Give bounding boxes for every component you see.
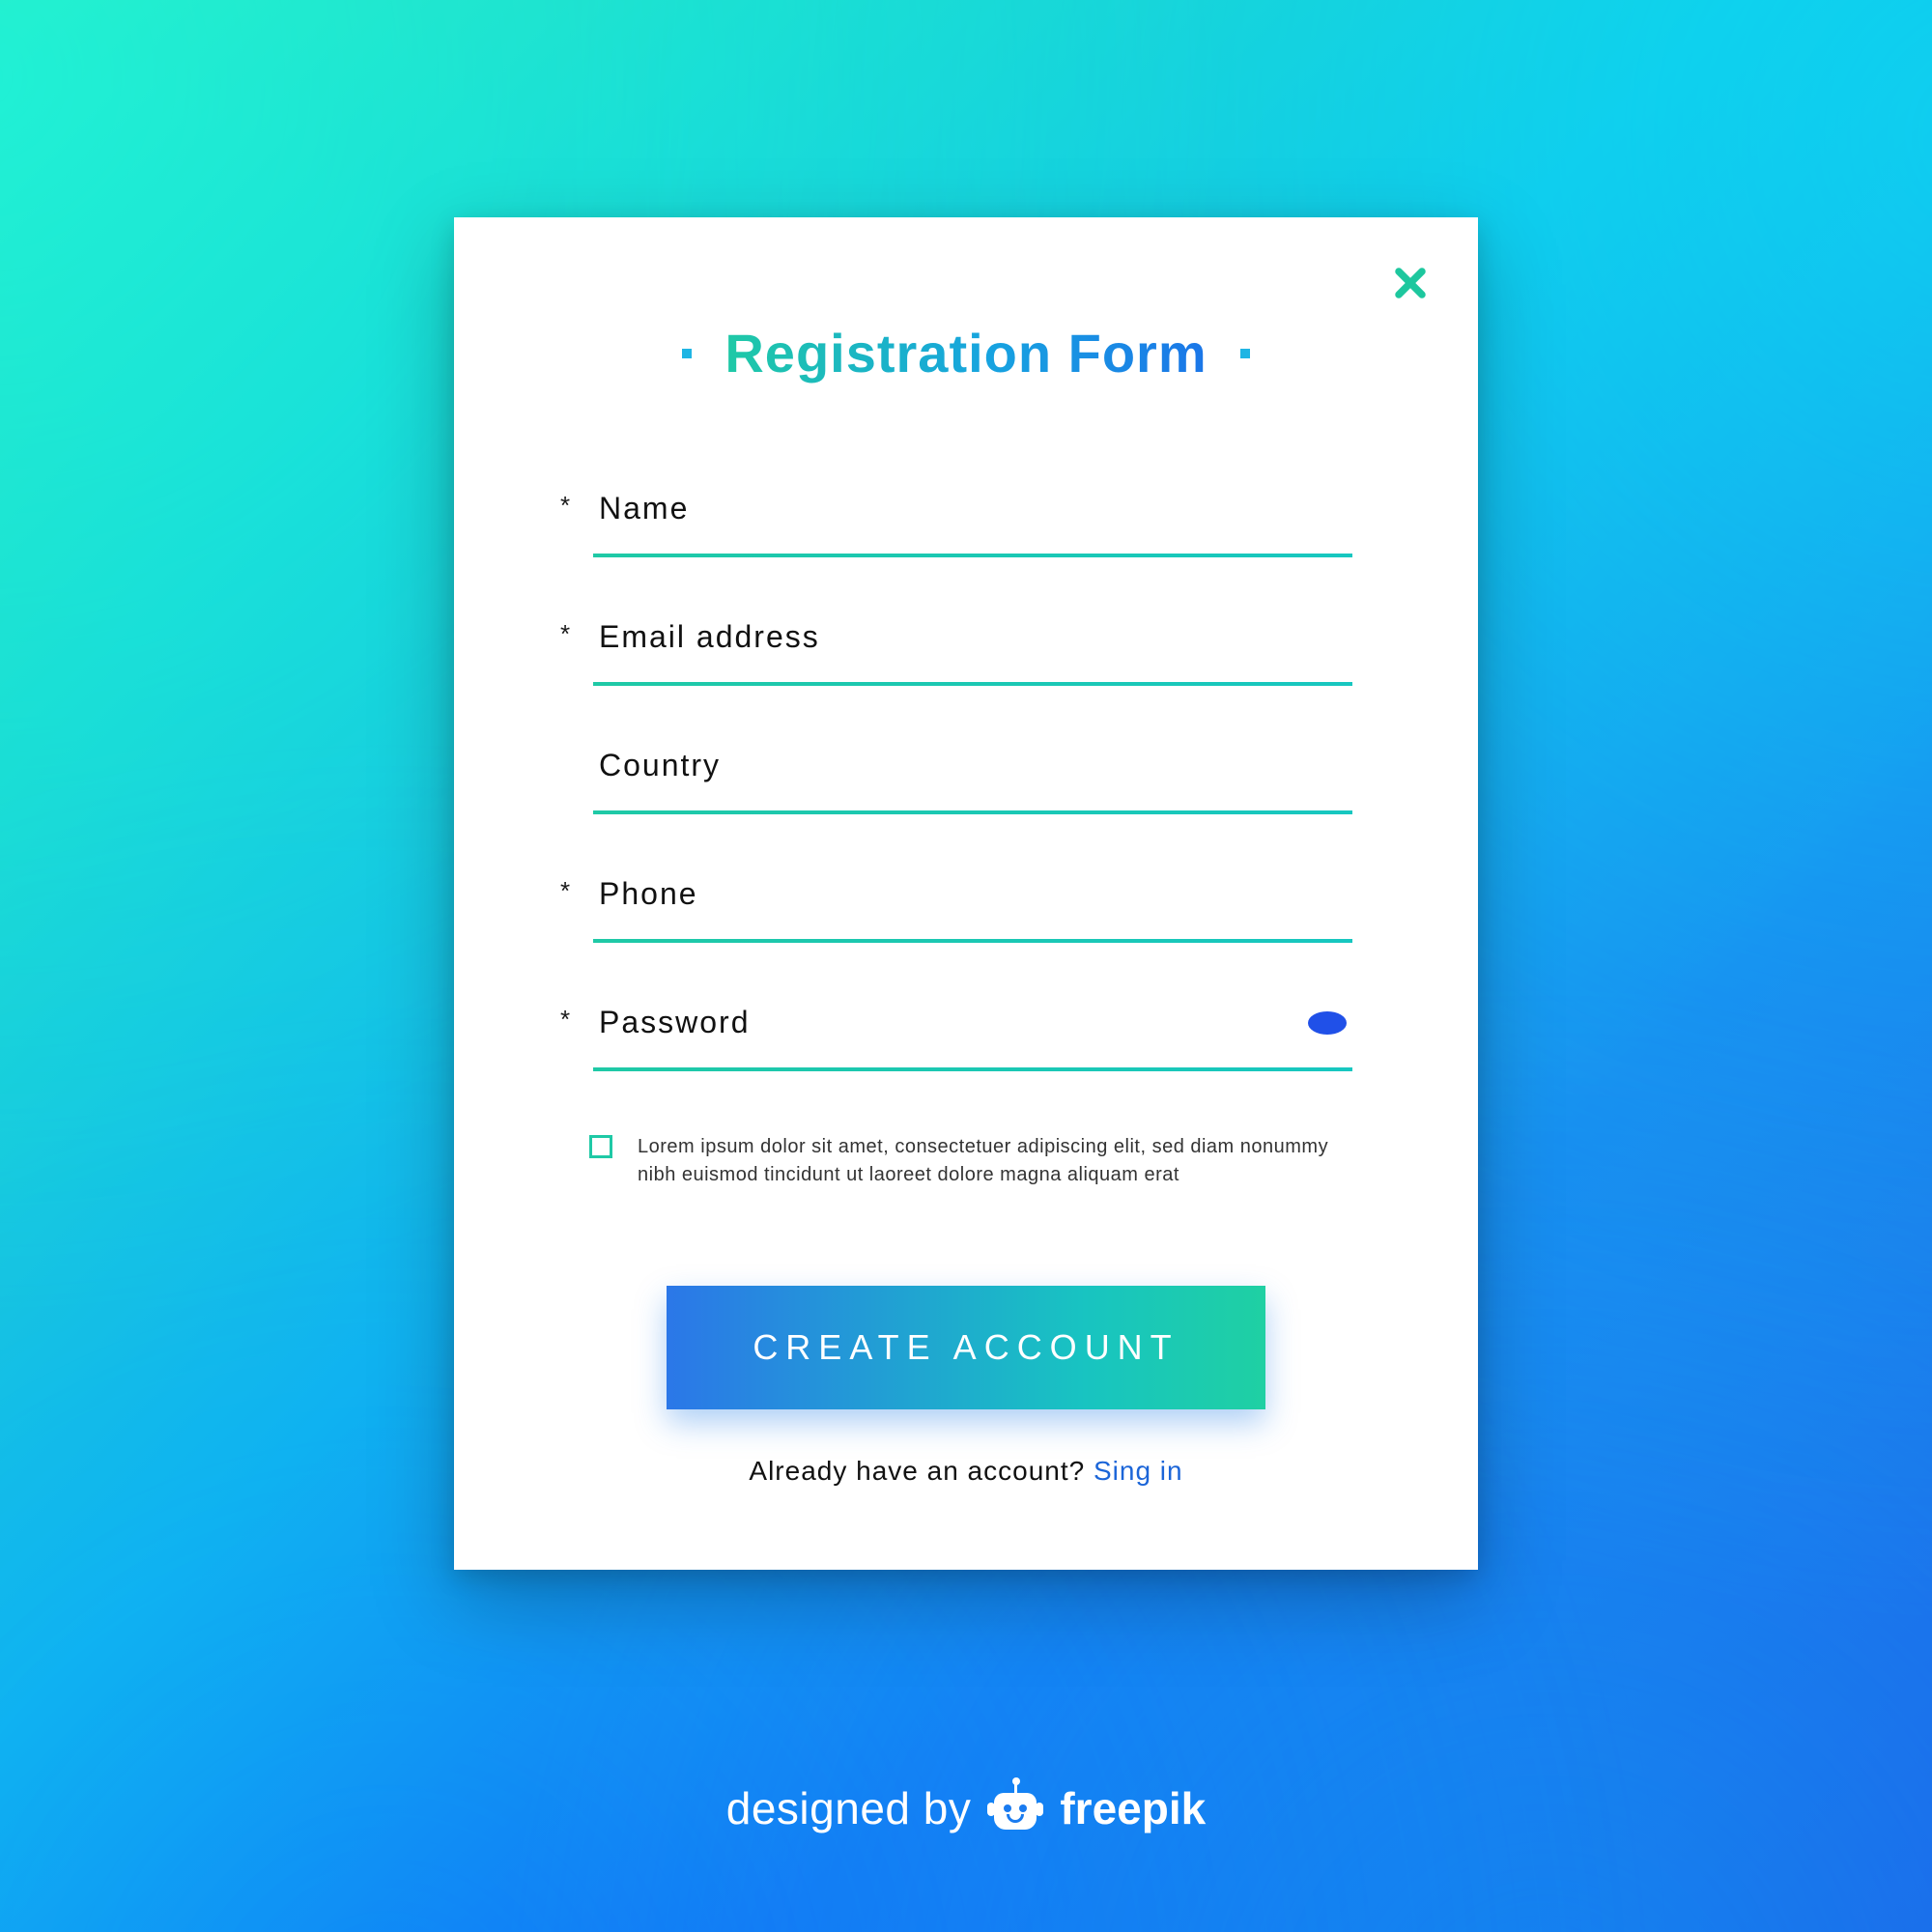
attribution-prefix: designed by (726, 1782, 972, 1834)
field-row-phone: * Phone (560, 876, 1352, 943)
required-marker (560, 748, 572, 750)
fields-container: * Name * Email address Country * Phone * (541, 491, 1391, 1071)
freepik-logo-icon (988, 1781, 1042, 1835)
signin-link[interactable]: Sing in (1094, 1456, 1183, 1486)
registration-card: Registration Form * Name * Email address… (454, 217, 1478, 1570)
required-marker: * (560, 491, 572, 518)
required-marker: * (560, 619, 572, 646)
close-icon (1393, 266, 1428, 305)
name-label: Name (599, 491, 689, 526)
terms-row: Lorem ipsum dolor sit amet, consectetuer… (541, 1133, 1391, 1189)
password-field[interactable]: Password (593, 1005, 1352, 1071)
attribution-brand: freepik (1060, 1782, 1206, 1834)
signin-prompt: Already have an account? (749, 1456, 1094, 1486)
phone-field[interactable]: Phone (593, 876, 1352, 943)
email-label: Email address (599, 619, 820, 655)
title-decor-right (1240, 349, 1250, 358)
required-marker: * (560, 876, 572, 903)
country-label: Country (599, 748, 721, 783)
create-account-button[interactable]: CREATE ACCOUNT (667, 1286, 1265, 1409)
field-row-email: * Email address (560, 619, 1352, 686)
field-row-password: * Password (560, 1005, 1352, 1071)
close-button[interactable] (1389, 264, 1432, 306)
terms-text: Lorem ipsum dolor sit amet, consectetuer… (638, 1133, 1333, 1189)
phone-label: Phone (599, 876, 698, 912)
name-field[interactable]: Name (593, 491, 1352, 557)
password-label: Password (599, 1005, 751, 1040)
attribution: designed by freepik (0, 1781, 1932, 1835)
email-field[interactable]: Email address (593, 619, 1352, 686)
terms-checkbox[interactable] (589, 1135, 612, 1158)
field-row-name: * Name (560, 491, 1352, 557)
title-decor-left (682, 349, 692, 358)
field-row-country: Country (560, 748, 1352, 814)
country-field[interactable]: Country (593, 748, 1352, 814)
form-title-row: Registration Form (541, 322, 1391, 384)
form-title: Registration Form (724, 322, 1207, 384)
eye-icon[interactable] (1308, 1011, 1347, 1035)
required-marker: * (560, 1005, 572, 1032)
signin-row: Already have an account? Sing in (541, 1456, 1391, 1487)
